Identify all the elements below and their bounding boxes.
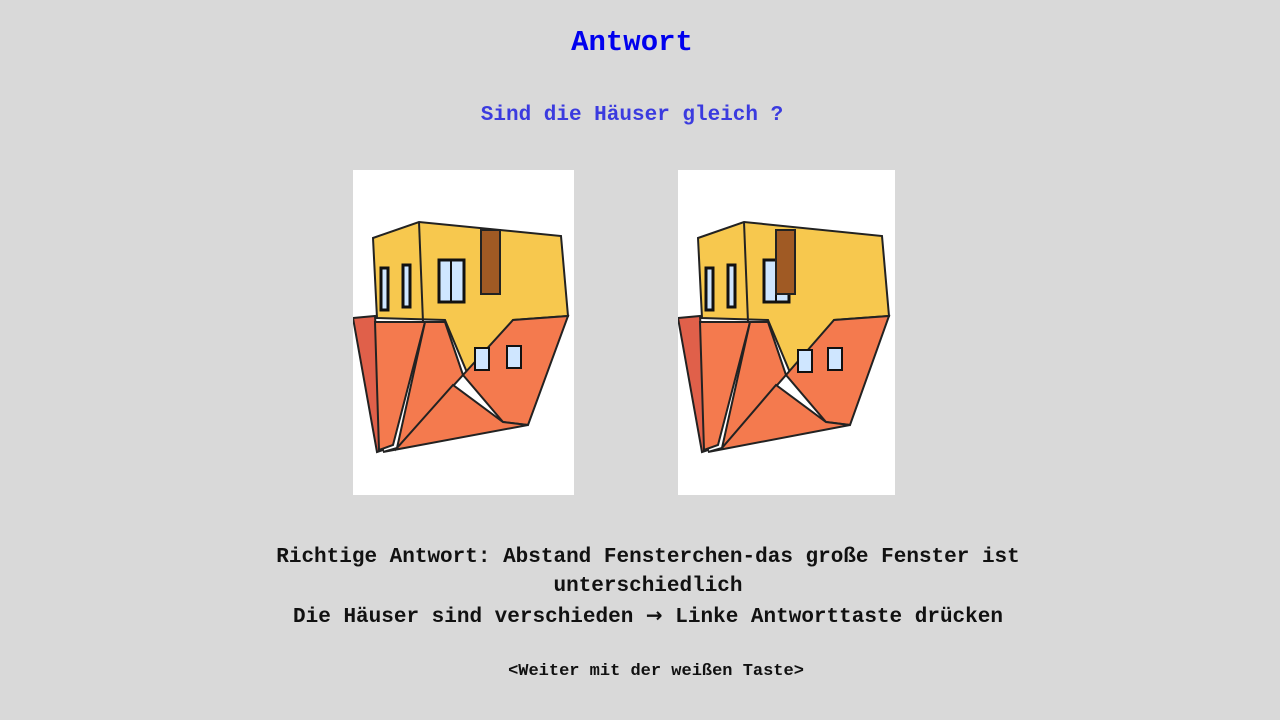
upside-down-house-icon (353, 220, 570, 454)
arrow-right-icon: → (645, 603, 663, 627)
right-house-image (678, 170, 895, 495)
feedback-text: Richtige Antwort: Abstand Fensterchen-da… (148, 543, 1148, 632)
feedback-line-1: Richtige Antwort: Abstand Fensterchen-da… (276, 546, 1020, 569)
left-house-image (353, 170, 574, 495)
feedback-verdict: Die Häuser sind verschieden (293, 606, 634, 629)
page-title: Antwort (571, 26, 693, 59)
feedback-line-3: Die Häuser sind verschieden → Linke Antw… (148, 601, 1148, 632)
question-text: Sind die Häuser gleich ? (480, 104, 784, 127)
upside-down-house-icon (678, 220, 891, 454)
continue-hint: <Weiter mit der weißen Taste> (508, 662, 804, 681)
feedback-instruction: Linke Antworttaste drücken (675, 606, 1003, 629)
feedback-line-2: unterschiedlich (553, 575, 743, 598)
